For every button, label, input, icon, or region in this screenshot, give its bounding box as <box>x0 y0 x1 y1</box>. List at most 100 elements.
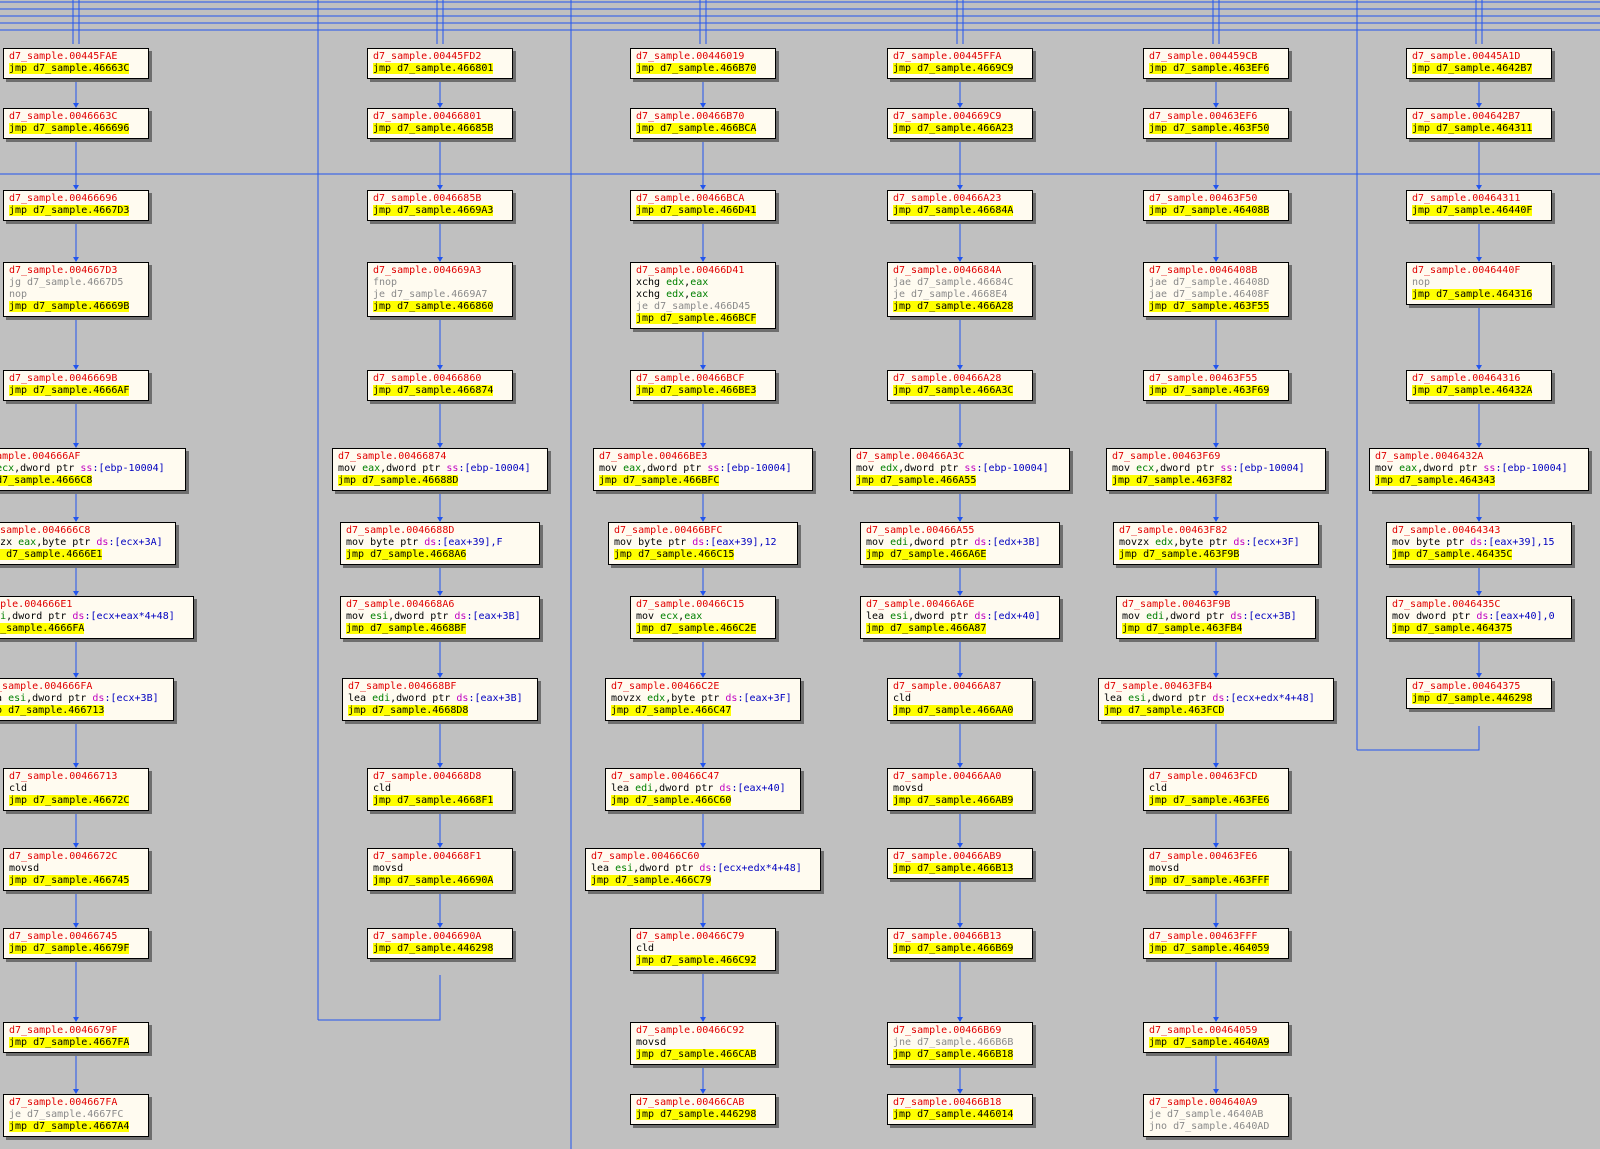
code-block[interactable]: d7_sample.00466745 jmp d7_sample.46679F <box>3 928 149 959</box>
memory-operand: :[eax+3B] <box>466 611 521 622</box>
code-block[interactable]: d7_sample.00466A87 cld jmp d7_sample.466AA… <box>887 678 1033 721</box>
code-block[interactable]: d7_sample.00466AB9 jmp d7_sample.466B13 <box>887 848 1033 879</box>
jump-instruction: jmp d7_sample.466874 <box>373 385 494 396</box>
code-block[interactable]: d7_sample.004666AFmov ecx,dword ptr ss:[… <box>0 448 186 491</box>
code-block[interactable]: d7_sample.00466BFC mov byte ptr ds:[eax+3… <box>608 522 798 565</box>
code-block[interactable]: d7_sample.0046679F jmp d7_sample.4667FA <box>3 1022 149 1053</box>
block-address: d7_sample.00466C79 <box>636 931 745 942</box>
code-block[interactable]: d7_sample.00466B13 jmp d7_sample.466B69 <box>887 928 1033 959</box>
code-block[interactable]: d7_sample.00445FFA jmp d7_sample.4669C9 <box>887 48 1033 79</box>
graph-view[interactable]: d7_sample.00445FAE jmp d7_sample.46663C d7… <box>0 0 1600 1149</box>
jump-instruction: jmp d7_sample.46688D <box>338 475 459 486</box>
instruction-line: jmp d7_sample.446298 <box>636 1109 771 1121</box>
code-block[interactable]: d7_sample.0046688D mov byte ptr ds:[eax+3… <box>340 522 540 565</box>
code-block[interactable]: d7_sample.00466B69 jne d7_sample.466B6B jm… <box>887 1022 1033 1065</box>
code-block[interactable]: d7_sample.00466C2E movzx edx,byte ptr ds:… <box>605 678 801 721</box>
code-block[interactable]: d7_sample.00463FFF jmp d7_sample.464059 <box>1143 928 1289 959</box>
code-block[interactable]: d7_sample.00463F55 jmp d7_sample.463F69 <box>1143 370 1289 401</box>
jump-instruction: jmp d7_sample.46690A <box>373 875 494 886</box>
code-block[interactable]: d7_sample.00464316 jmp d7_sample.46432A <box>1406 370 1552 401</box>
code-block[interactable]: d7_sample.00445A1D jmp d7_sample.4642B7 <box>1406 48 1552 79</box>
jump-instruction: jmp d7_sample.4666AF <box>9 385 130 396</box>
code-block[interactable]: d7_sample.0046408B jae d7_sample.46408D ja… <box>1143 262 1289 317</box>
code-block[interactable]: d7_sample.00445FAE jmp d7_sample.46663C <box>3 48 149 79</box>
block-address: d7_sample.004666C8 <box>0 525 91 536</box>
code-block[interactable]: d7_sample.00466C60 lea esi,dword ptr ds:[… <box>585 848 821 891</box>
block-address: d7_sample.00466AA0 <box>893 771 1002 782</box>
code-block[interactable]: d7_sample.004669A3 fnop je d7_sample.4669A… <box>367 262 513 317</box>
code-block[interactable]: d7_sample.00466A28 jmp d7_sample.466A3C <box>887 370 1033 401</box>
code-block[interactable]: d7_sample.00445FD2 jmp d7_sample.466801 <box>367 48 513 79</box>
code-block[interactable]: d7_sample.00464343 mov byte ptr ds:[eax+3… <box>1386 522 1572 565</box>
code-block[interactable]: d7_sample.0046669B jmp d7_sample.4666AF <box>3 370 149 401</box>
code-block[interactable]: d7_sample.00463F50 jmp d7_sample.46408B <box>1143 190 1289 221</box>
code-block[interactable]: d7_sample.004668BF lea edi,dword ptr ds:[… <box>342 678 538 721</box>
code-block[interactable]: d7_sample.00463EF6 jmp d7_sample.463F50 <box>1143 108 1289 139</box>
code-block[interactable]: d7_sample.00463FE6 movsd jmp d7_sample.463… <box>1143 848 1289 891</box>
code-block[interactable]: d7_sample.004666FAlea esi,dword ptr ds:[… <box>0 678 174 721</box>
code-block[interactable]: d7_sample.00466C79 cld jmp d7_sample.466C9… <box>630 928 776 971</box>
dead-instruction: jno d7_sample.4640AD <box>1149 1121 1270 1132</box>
block-address: d7_sample.00463EF6 <box>1149 111 1258 122</box>
code-block[interactable]: d7_sample.004669C9 jmp d7_sample.466A23 <box>887 108 1033 139</box>
code-block[interactable]: d7_sample.00463F9B mov edi,dword ptr ds:[… <box>1116 596 1316 639</box>
code-block[interactable]: d7_sample.004668A6 mov esi,dword ptr ds:[… <box>340 596 540 639</box>
instruction-line: jmp d7_sample.4667D3 <box>9 205 144 217</box>
code-block[interactable]: d7_sample.0046690A jmp d7_sample.446298 <box>367 928 513 959</box>
code-block[interactable]: d7_sample.0046684A jae d7_sample.46684C je… <box>887 262 1033 317</box>
code-block[interactable]: d7_sample.004667D3 jg d7_sample.4667D5 nop… <box>3 262 149 317</box>
code-block[interactable]: d7_sample.00466801 jmp d7_sample.46685B <box>367 108 513 139</box>
code-block[interactable]: d7_sample.00466BE3 mov eax,dword ptr ss:[… <box>593 448 813 491</box>
code-block[interactable]: d7_sample.0046672C movsd jmp d7_sample.466… <box>3 848 149 891</box>
code-block[interactable]: d7_sample.00464375 jmp d7_sample.446298 <box>1406 678 1552 709</box>
code-block[interactable]: d7_sample.00466CAB jmp d7_sample.446298 <box>630 1094 776 1125</box>
code-block[interactable]: d7_sample.0046435C mov dword ptr ds:[eax+… <box>1386 596 1572 639</box>
code-block[interactable]: d7_sample.004640A9 je d7_sample.4640AB jno… <box>1143 1094 1289 1137</box>
code-block[interactable]: d7_sample.00463FCD cld jmp d7_sample.463FE… <box>1143 768 1289 811</box>
code-block[interactable]: d7_sample.00463FB4 lea esi,dword ptr ds:[… <box>1098 678 1334 721</box>
code-block[interactable]: d7_sample.00466A23 jmp d7_sample.46684A <box>887 190 1033 221</box>
block-address: d7_sample.00466B70 <box>636 111 745 122</box>
code-block[interactable]: d7_sample.00466874 mov eax,dword ptr ss:[… <box>332 448 548 491</box>
code-block[interactable]: d7_sample.0046685B jmp d7_sample.4669A3 <box>367 190 513 221</box>
code-block[interactable]: d7_sample.00466BCA jmp d7_sample.466D41 <box>630 190 776 221</box>
code-block[interactable]: d7_sample.004642B7 jmp d7_sample.464311 <box>1406 108 1552 139</box>
instruction-line: mov eax,dword ptr ss:[ebp-10004] <box>338 463 543 475</box>
code-block[interactable]: d7_sample.004666C8movzx eax,byte ptr ds:… <box>0 522 176 565</box>
code-block[interactable]: d7_sample.00464311 jmp d7_sample.46440F <box>1406 190 1552 221</box>
code-block[interactable]: d7_sample.00466B18 jmp d7_sample.446014 <box>887 1094 1033 1125</box>
instruction-line: jne d7_sample.466B6B <box>893 1037 1028 1049</box>
code-block[interactable]: d7_sample.0046663C jmp d7_sample.466696 <box>3 108 149 139</box>
dead-instruction: je d7_sample.4668E4 <box>893 289 1008 300</box>
memory-operand: :[ecx+3F] <box>1245 537 1300 548</box>
code-block[interactable]: d7_sample.004668D8 cld jmp d7_sample.4668F… <box>367 768 513 811</box>
code-block[interactable]: d7_sample.00466B70 jmp d7_sample.466BCA <box>630 108 776 139</box>
code-block[interactable]: d7_sample.00466696 jmp d7_sample.4667D3 <box>3 190 149 221</box>
code-block[interactable]: d7_sample.00463F69 mov ecx,dword ptr ss:[… <box>1106 448 1326 491</box>
register: eax <box>690 289 709 300</box>
code-block[interactable]: d7_sample.00464059 jmp d7_sample.4640A9 <box>1143 1022 1289 1053</box>
code-block[interactable]: d7_sample.00466C15 mov ecx,eax jmp d7_samp… <box>630 596 776 639</box>
code-block[interactable]: d7_sample.00466BCF jmp d7_sample.466BE3 <box>630 370 776 401</box>
code-block[interactable]: d7_sample.00466C47 lea edi,dword ptr ds:[… <box>605 768 801 811</box>
dead-instruction: jne d7_sample.466B6B <box>893 1037 1014 1048</box>
code-block[interactable]: d7_sample.004667FA je d7_sample.4667FC jmp… <box>3 1094 149 1137</box>
code-block[interactable]: d7_sample.0046432A mov eax,dword ptr ss:[… <box>1369 448 1589 491</box>
code-block[interactable]: d7_sample.00466860 jmp d7_sample.466874 <box>367 370 513 401</box>
instruction-line: mov ecx,eax <box>636 611 771 623</box>
code-block[interactable]: d7_sample.00466AA0 movsd jmp d7_sample.466… <box>887 768 1033 811</box>
code-block[interactable]: d7_sample.00466713 cld jmp d7_sample.46672… <box>3 768 149 811</box>
code-block[interactable]: d7_sample.00466A55 mov edi,dword ptr ds:[… <box>860 522 1060 565</box>
code-block[interactable]: d7_sample.004459CB jmp d7_sample.463EF6 <box>1143 48 1289 79</box>
code-block[interactable]: d7_sample.00466A6E lea esi,dword ptr ds:[… <box>860 596 1060 639</box>
code-block[interactable]: d7_sample.00446019 jmp d7_sample.466B70 <box>630 48 776 79</box>
instruction-line: jmp d7_sample.4669A3 <box>373 205 508 217</box>
code-block[interactable]: d7_sample.00466D41 xchg edx,eax xchg edx,e… <box>630 262 776 329</box>
code-block[interactable]: d7_sample.004666E1lea edi,dword ptr ds:[… <box>0 596 194 639</box>
code-block[interactable]: d7_sample.0046440F nop jmp d7_sample.46431… <box>1406 262 1552 305</box>
code-block[interactable]: d7_sample.004668F1 movsd jmp d7_sample.466… <box>367 848 513 891</box>
code-block[interactable]: d7_sample.00463F82 movzx edx,byte ptr ds:… <box>1113 522 1319 565</box>
instruction-line: movsd <box>893 783 1028 795</box>
code-block[interactable]: d7_sample.00466A3C mov edx,dword ptr ss:[… <box>850 448 1070 491</box>
code-block[interactable]: d7_sample.00466C92 movsd jmp d7_sample.466… <box>630 1022 776 1065</box>
